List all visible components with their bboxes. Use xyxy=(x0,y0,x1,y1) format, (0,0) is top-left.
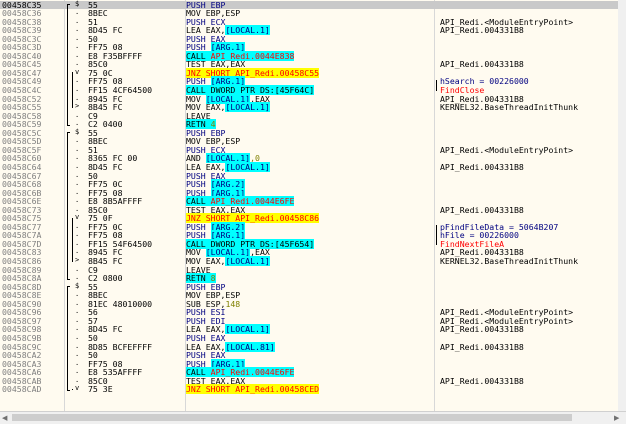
hex-bytes: 8D45 FC xyxy=(88,161,123,172)
address: 00458C36 xyxy=(2,8,42,19)
address: 00458C8E xyxy=(2,290,42,301)
comment: API_Redi.<ModuleEntryPoint> xyxy=(440,144,574,155)
hex-bytes: 50 xyxy=(88,332,98,343)
address: 00458C59 xyxy=(2,119,42,130)
hex-bytes: 50 xyxy=(88,350,98,361)
hex-bytes: 75 3E xyxy=(88,384,113,395)
instruction-part: [LOCAL.1] xyxy=(225,324,270,335)
disasm-row[interactable]: 00458C39. 8D45 FC LEA EAX,[LOCAL.1] API_Red… xyxy=(0,25,618,36)
scroll-right-icon[interactable]: ▶ xyxy=(614,414,619,422)
comment: API_Redi.004331B8 xyxy=(440,161,524,172)
hex-bytes: FF75 0C xyxy=(88,179,123,190)
address: 00458CA6 xyxy=(2,367,42,378)
address: 00458C55 xyxy=(2,102,42,113)
hex-bytes: 8B45 FC xyxy=(88,256,123,266)
comment: API_Redi.004331B8 xyxy=(440,25,524,36)
instruction-part: [LOCAL.1] xyxy=(225,25,270,36)
comment: API_Redi.004331B8 xyxy=(440,204,524,215)
disasm-row[interactable]: 00458C6E. E8 8B5AFFFF CALL API_Redi.0044E6… xyxy=(0,196,618,207)
disasm-row[interactable]: 00458C64. 8D45 FC LEA EAX,[LOCAL.1] API_Red… xyxy=(0,161,618,172)
address: 00458C9B xyxy=(2,332,42,343)
hex-bytes: 8BEC xyxy=(88,8,108,19)
function-bracket-line xyxy=(67,4,68,125)
address: 00458C6E xyxy=(2,196,42,207)
function-bracket-top xyxy=(67,4,70,5)
hex-bytes: C2 0400 xyxy=(88,119,123,130)
function-bracket-top xyxy=(67,132,70,134)
comment: KERNEL32.BaseThreadInitThunk xyxy=(440,102,579,113)
instruction-part: [LOCAL.1] xyxy=(225,102,270,113)
disasm-row[interactable]: 00458C36. 8BEC MOV EBP,ESP xyxy=(0,8,618,19)
disasm-row[interactable]: 00458C8A. C2 0800 RETN 8 xyxy=(0,273,618,284)
hex-bytes: 8B45 FC xyxy=(88,102,123,113)
hex-bytes: E8 8B5AFFFF xyxy=(88,196,143,207)
comment: API_Redi.004331B8 xyxy=(440,59,524,70)
instruction-part: [LOCAL.1] xyxy=(225,256,270,266)
scroll-left-icon[interactable]: ◀ xyxy=(2,414,7,422)
jump-bracket-line xyxy=(72,72,73,108)
function-bracket-top xyxy=(67,286,70,288)
disasm-row[interactable]: 00458CA2. 50 PUSH EAX xyxy=(0,350,618,361)
hex-bytes: C2 0800 xyxy=(88,273,123,284)
jump-bracket-line xyxy=(72,388,73,390)
function-bracket-bottom xyxy=(67,389,70,391)
instruction-part: 148 xyxy=(225,298,241,309)
function-bracket-line xyxy=(67,132,68,279)
instruction: JNZ SHORT API_Redi.00458CED xyxy=(186,384,320,395)
address: 00458C8A xyxy=(2,273,42,284)
disasm-row[interactable]: 00458C55 >8B45 FC MOV EAX,[LOCAL.1] KERNEL3… xyxy=(0,102,618,113)
disasm-row[interactable]: 00458C86 >8B45 FC MOV EAX,[LOCAL.1] KERNEL3… xyxy=(0,256,618,266)
disasm-row[interactable]: 00458C8E. 8BEC MOV EBP,ESP xyxy=(0,290,618,301)
address: 00458C64 xyxy=(2,161,42,172)
horizontal-scrollbar[interactable]: ◀ ▶ xyxy=(0,411,626,424)
instruction-part: JNZ SHORT API_Redi.00458CED xyxy=(186,384,320,395)
instruction-part: [LOCAL.81] xyxy=(225,341,275,352)
comment: API_Redi.004331B8 xyxy=(440,324,524,335)
disasm-row[interactable]: 00458CAD v 75 3E JNZ SHORT API_Redi.00458CE… xyxy=(0,384,618,395)
address: 00458C86 xyxy=(2,256,42,266)
address: 00458CAD xyxy=(2,384,42,395)
argument-bracket xyxy=(436,79,437,92)
hex-bytes: E8 535AFFFF xyxy=(88,367,143,378)
comment: API_Redi.004331B8 xyxy=(440,375,524,386)
comment: FindClose xyxy=(440,85,485,95)
function-bracket-bottom xyxy=(67,278,70,280)
scroll-thumb[interactable] xyxy=(12,414,572,421)
argument-bracket xyxy=(436,225,437,246)
comment: KERNEL32.BaseThreadInitThunk xyxy=(440,256,579,266)
address: 00458C68 xyxy=(2,179,42,190)
hex-bytes: 8BEC xyxy=(88,290,108,301)
disasm-row[interactable]: 00458C9B. 50 PUSH EAX xyxy=(0,332,618,343)
function-bracket-bottom xyxy=(67,124,70,126)
function-bracket-line xyxy=(67,286,68,390)
jump-bracket-line xyxy=(72,217,73,262)
address: 00458CA2 xyxy=(2,350,42,361)
address: 00458C39 xyxy=(2,25,42,36)
comment: API_Redi.004331B8 xyxy=(440,341,524,352)
hex-bytes: 8D45 FC xyxy=(88,25,123,36)
hex-bytes: FF15 4CF64500 xyxy=(88,85,153,95)
disasm-row[interactable]: 00458C59. C2 0400 RETN 4 xyxy=(0,119,618,130)
address: 00458C4C xyxy=(2,85,42,95)
disasm-row[interactable]: 00458C68. FF75 0C PUSH [ARG.2] xyxy=(0,179,618,190)
instruction-part: [LOCAL.1] xyxy=(225,161,270,172)
vertical-scrollbar[interactable] xyxy=(618,0,626,411)
disassembly-pane[interactable]: 00458C35 $55 PUSH EBP 00458C36. 8BEC MOV EBP,… xyxy=(0,0,626,411)
disasm-row[interactable]: 00458CA6. E8 535AFFFF CALL API_Redi.0044E6… xyxy=(0,367,618,378)
disasm-row[interactable]: 00458C4C. FF15 4CF64500 CALL DWORD PTR DS:… xyxy=(0,85,618,95)
